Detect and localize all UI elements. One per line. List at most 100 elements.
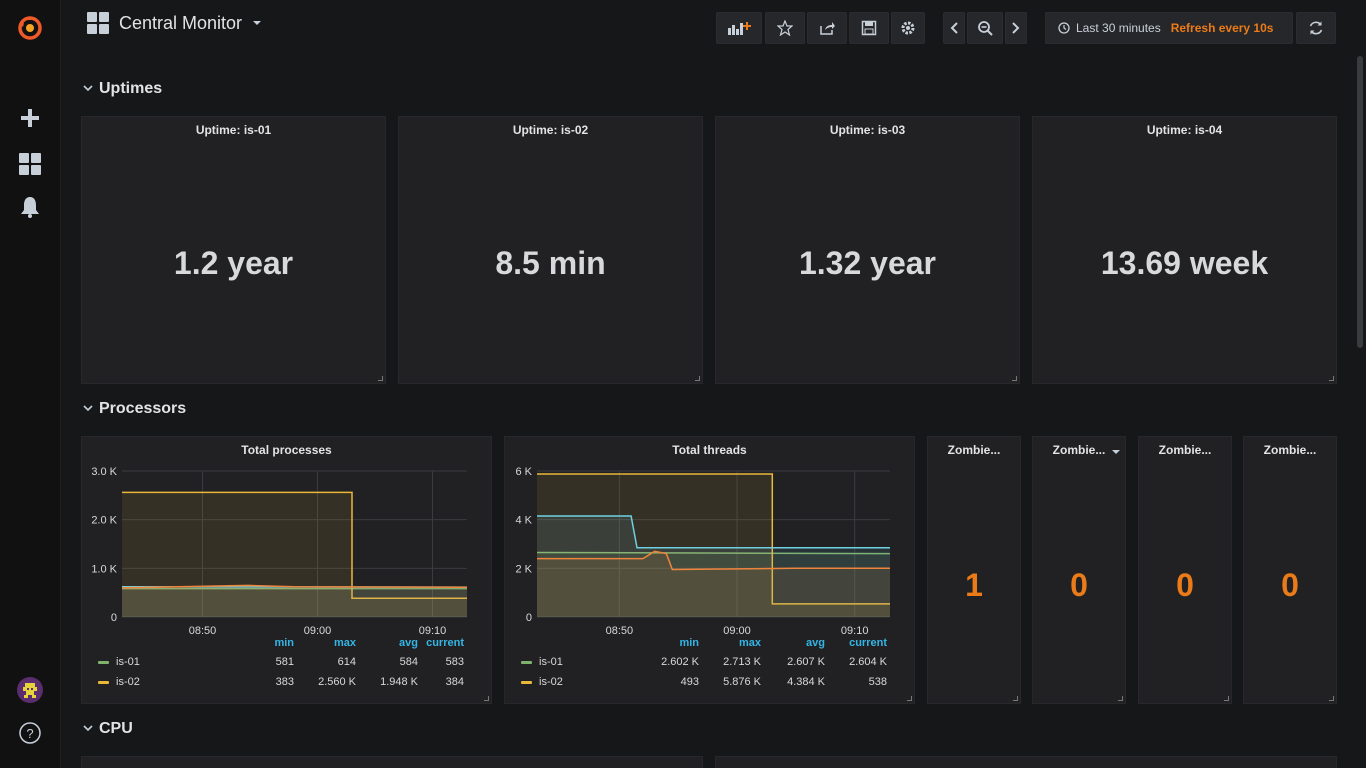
resize-handle[interactable]: [1118, 696, 1123, 701]
panel-title[interactable]: Zombie...: [1244, 443, 1336, 457]
legend-header-current[interactable]: current: [418, 637, 464, 649]
x-tick-label: 09:00: [304, 625, 332, 637]
refresh-button[interactable]: [1296, 12, 1336, 44]
add-panel-button[interactable]: [716, 12, 762, 44]
resize-handle[interactable]: [1224, 696, 1229, 701]
chevron-down-icon: [83, 85, 93, 92]
panel-title[interactable]: Uptime: is-02: [399, 123, 702, 137]
graph-panel-total-threads: Total threads 02 K4 K6 K 08:50 09:00 09:10 …: [504, 436, 915, 704]
uptime-panel-4: Uptime: is-04 13.69 week: [1032, 116, 1337, 384]
row-cpu[interactable]: CPU: [83, 720, 133, 738]
graph-panel-total-processes: Total processes 0 1.0 K 2.0 K 3.0 K 08:50 09:…: [81, 436, 492, 704]
star-icon: [777, 20, 793, 36]
side-menu: ?: [0, 0, 61, 768]
panel-title[interactable]: Uptime: is-01: [82, 123, 385, 137]
time-back-button[interactable]: [943, 12, 965, 44]
add-panel-icon: [728, 22, 751, 35]
uptime-panel-3: Uptime: is-03 1.32 year: [715, 116, 1020, 384]
main-area: Central Monitor Last 30 minutes Refresh …: [61, 0, 1366, 768]
star-button[interactable]: [765, 12, 805, 44]
user-avatar[interactable]: [0, 670, 60, 710]
x-tick-label: 09:00: [723, 625, 751, 637]
chevron-down-icon: [83, 725, 93, 732]
dashboard-picker[interactable]: Central Monitor: [87, 12, 262, 34]
legend-value: 4.384 K: [787, 676, 825, 688]
legend-series-is-01[interactable]: is-01: [539, 656, 563, 668]
resize-handle[interactable]: [378, 376, 383, 381]
zombie-panel-3: Zombie... 0: [1138, 436, 1232, 704]
stat-value: 0: [1070, 567, 1088, 603]
bell-icon[interactable]: [0, 187, 60, 227]
stat-value: 1.32 year: [798, 245, 936, 281]
legend-value: 383: [275, 676, 294, 688]
stat-value: 8.5 min: [495, 245, 606, 281]
refresh-icon: [1309, 21, 1323, 35]
settings-button[interactable]: [891, 12, 925, 44]
dashboards-icon[interactable]: [0, 144, 60, 184]
page-scrollbar[interactable]: [1357, 56, 1363, 348]
graph-legend: min max avg current is-01 581 614 584 58…: [82, 637, 491, 701]
dashboard-grid-icon: [87, 12, 109, 34]
resize-handle[interactable]: [907, 696, 912, 701]
stat-value: 0: [1176, 567, 1194, 603]
stat-value: 13.69 week: [1100, 245, 1269, 281]
resize-handle[interactable]: [1329, 696, 1334, 701]
legend-value: 5.876 K: [723, 676, 761, 688]
chevron-right-icon: [1012, 22, 1020, 34]
y-tick-label: 1.0 K: [91, 563, 117, 575]
y-tick-label: 4 K: [515, 515, 532, 527]
time-forward-button[interactable]: [1005, 12, 1027, 44]
top-navbar: Central Monitor Last 30 minutes Refresh …: [61, 0, 1366, 56]
resize-handle[interactable]: [484, 696, 489, 701]
legend-header-max[interactable]: max: [715, 637, 761, 649]
plus-icon[interactable]: [0, 98, 60, 138]
zoom-out-button[interactable]: [967, 12, 1003, 44]
legend-value: 584: [399, 656, 418, 668]
legend-header-max[interactable]: max: [314, 637, 356, 649]
legend-header-avg[interactable]: avg: [773, 637, 825, 649]
panel-title[interactable]: Uptime: is-03: [716, 123, 1019, 137]
legend-swatch-is-01[interactable]: [521, 661, 532, 664]
panel-menu-caret-icon[interactable]: [1112, 450, 1120, 455]
legend-header-avg[interactable]: avg: [372, 637, 418, 649]
legend-swatch-is-02[interactable]: [521, 681, 532, 684]
resize-handle[interactable]: [1329, 376, 1334, 381]
legend-series-is-02[interactable]: is-02: [539, 676, 563, 688]
resize-handle[interactable]: [1012, 376, 1017, 381]
resize-handle[interactable]: [695, 376, 700, 381]
legend-value: 493: [680, 676, 699, 688]
legend-value: 384: [445, 676, 464, 688]
save-icon: [861, 20, 877, 36]
legend-series-is-01[interactable]: is-01: [116, 656, 140, 668]
share-button[interactable]: [807, 12, 847, 44]
panel-title[interactable]: Zombie...: [1139, 443, 1231, 457]
cpu-panel-1: [81, 756, 703, 768]
legend-swatch-is-01[interactable]: [98, 661, 109, 664]
total-threads-chart: 0 2 K 4 K 6 K 08:50 09:00 09:10: [515, 466, 891, 637]
legend-header-min[interactable]: min: [254, 637, 294, 649]
legend-value: 538: [868, 676, 887, 688]
help-icon[interactable]: ?: [0, 713, 60, 753]
legend-header-current[interactable]: current: [835, 637, 887, 649]
stat-value: 0: [1281, 567, 1299, 603]
row-title-processors: Processors: [99, 400, 187, 417]
save-button[interactable]: [849, 12, 889, 44]
legend-swatch-is-02[interactable]: [98, 681, 109, 684]
panel-title[interactable]: Zombie...: [928, 443, 1020, 457]
panel-title[interactable]: Uptime: is-04: [1033, 123, 1336, 137]
time-range-label: Last 30 minutes: [1076, 21, 1161, 35]
row-uptimes[interactable]: Uptimes: [83, 80, 162, 98]
panel-title[interactable]: Total processes: [82, 443, 491, 457]
y-tick-label: 2.0 K: [91, 515, 117, 527]
legend-value: 2.607 K: [787, 656, 825, 668]
legend-header-min[interactable]: min: [655, 637, 699, 649]
row-processors[interactable]: Processors: [83, 400, 186, 418]
grafana-logo-icon[interactable]: [0, 8, 60, 48]
y-tick-label: 0: [111, 612, 117, 624]
caret-down-icon: [253, 21, 262, 25]
resize-handle[interactable]: [1013, 696, 1018, 701]
legend-series-is-02[interactable]: is-02: [116, 676, 140, 688]
x-tick-label: 09:10: [419, 625, 447, 637]
time-picker-button[interactable]: Last 30 minutes Refresh every 10s: [1045, 12, 1293, 44]
panel-title[interactable]: Total threads: [505, 443, 914, 457]
